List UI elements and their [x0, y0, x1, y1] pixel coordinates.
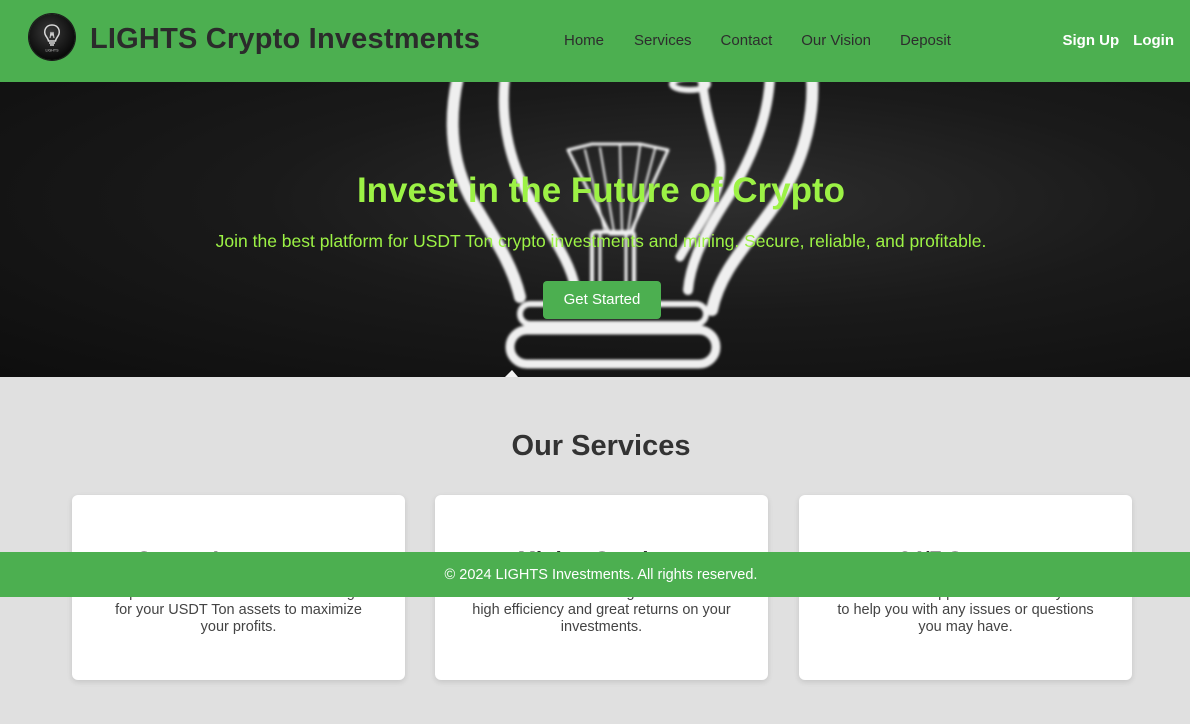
footer-copyright: © 2024 LIGHTS Investments. All rights re…: [444, 566, 758, 583]
signup-link[interactable]: Sign Up: [1063, 32, 1120, 49]
hero-title: Invest in the Future of Crypto: [356, 171, 846, 210]
main-nav: Home Services Contact Our Vision Deposit: [564, 32, 951, 49]
login-link[interactable]: Login: [1133, 32, 1174, 49]
hero-section: Invest in the Future of Crypto Join the …: [0, 82, 1190, 377]
lightbulb-hero-image: [446, 82, 819, 377]
auth-links: Sign Up Login: [1063, 32, 1175, 49]
footer: © 2024 LIGHTS Investments. All rights re…: [0, 552, 1190, 597]
hero-subtitle: Join the best platform for USDT Ton cryp…: [215, 231, 987, 251]
lightbulb-logo-icon: LIGHTS: [44, 24, 60, 53]
nav-link-our-vision[interactable]: Our Vision: [801, 32, 871, 49]
brand-title: LIGHTS Crypto Investments: [90, 23, 481, 55]
logo-text: LIGHTS: [46, 49, 60, 53]
nav-link-deposit[interactable]: Deposit: [900, 32, 951, 49]
nav-link-services[interactable]: Services: [634, 32, 692, 49]
nav-link-contact[interactable]: Contact: [721, 32, 773, 49]
services-title: Our Services: [511, 430, 691, 462]
nav-link-home[interactable]: Home: [564, 32, 604, 49]
get-started-button[interactable]: Get Started: [543, 281, 661, 319]
logo[interactable]: LIGHTS: [29, 14, 75, 60]
navbar: LIGHTS LIGHTS Crypto Investments Home Se…: [0, 0, 1190, 82]
